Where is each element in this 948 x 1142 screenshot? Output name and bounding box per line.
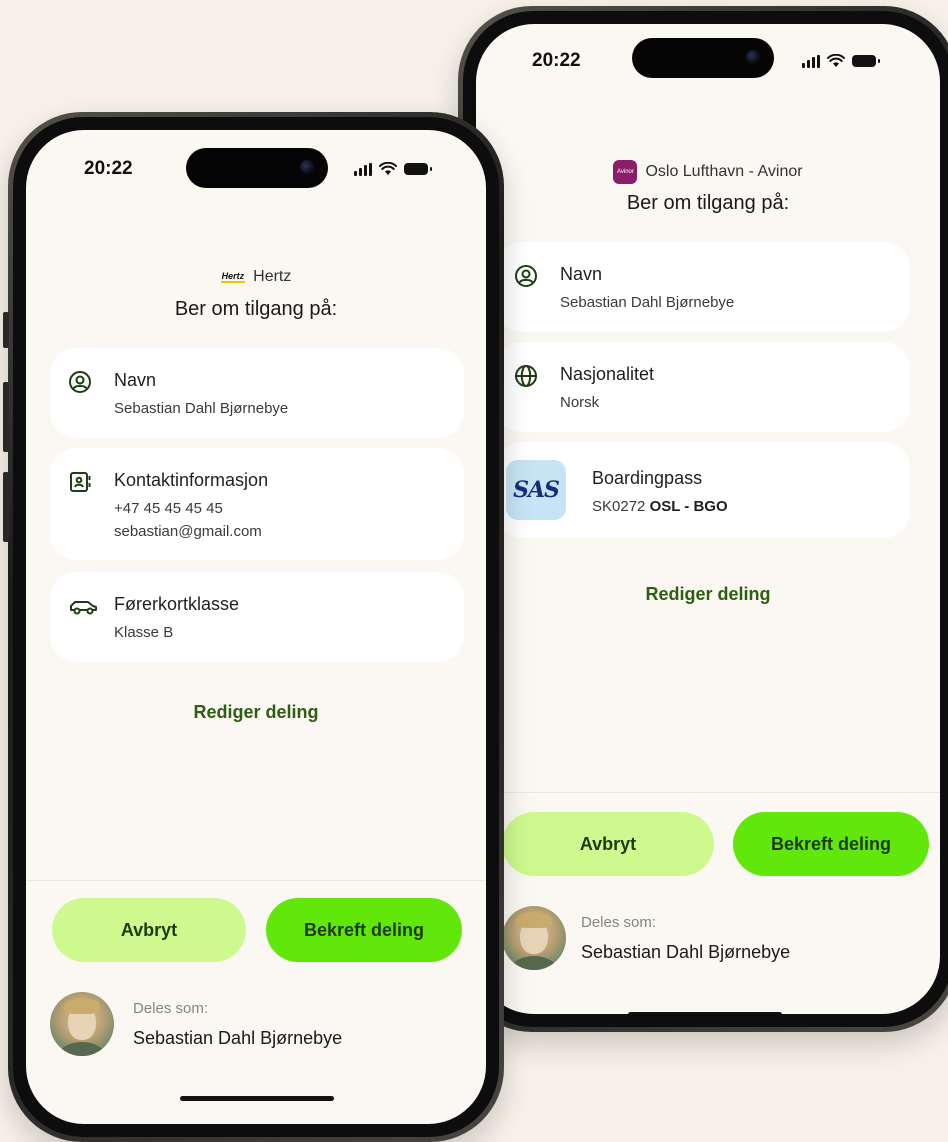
hertz-logo: Hertz bbox=[220, 271, 246, 283]
item-title: Navn bbox=[114, 370, 157, 390]
confirm-share-button[interactable]: Bekreft deling bbox=[733, 812, 929, 876]
battery-icon bbox=[404, 163, 432, 175]
share-item-name[interactable]: Navn Sebastian Dahl Bjørnebye bbox=[496, 242, 910, 332]
avatar bbox=[502, 906, 566, 970]
phone-hertz: 20:22 Hertz Hertz Ber om tilgang på: Nav… bbox=[3, 112, 504, 1142]
app-name: Hertz bbox=[253, 268, 292, 285]
dynamic-island bbox=[632, 38, 774, 78]
item-title: Førerkortklasse bbox=[114, 594, 240, 614]
share-item-boardingpass[interactable]: SAS Boardingpass SK0272 OSL - BGO bbox=[496, 442, 910, 538]
item-value: Sebastian Dahl Bjørnebye bbox=[560, 294, 735, 311]
edit-sharing-link[interactable]: Rediger deling bbox=[26, 702, 486, 723]
item-value: Klasse B bbox=[114, 624, 174, 641]
item-value: Sebastian Dahl Bjørnebye bbox=[114, 400, 289, 417]
home-indicator[interactable] bbox=[180, 1096, 334, 1101]
divider bbox=[476, 792, 940, 793]
shared-as-label: Deles som: bbox=[133, 1000, 209, 1017]
status-time: 20:22 bbox=[532, 50, 581, 71]
share-item-license[interactable]: Førerkortklasse Klasse B bbox=[50, 572, 464, 662]
status-icons bbox=[802, 54, 880, 68]
volume-down-button bbox=[3, 472, 9, 542]
edit-sharing-link[interactable]: Rediger deling bbox=[476, 584, 940, 605]
confirm-share-button[interactable]: Bekreft deling bbox=[266, 898, 462, 962]
cancel-button[interactable]: Avbryt bbox=[502, 812, 714, 876]
dynamic-island bbox=[186, 148, 328, 188]
hertz-screen: 20:22 Hertz Hertz Ber om tilgang på: Nav… bbox=[26, 130, 486, 1124]
item-title: Navn bbox=[560, 264, 603, 284]
divider bbox=[26, 880, 486, 881]
wifi-icon bbox=[827, 54, 845, 67]
contact-card-icon bbox=[70, 472, 91, 492]
status-icons bbox=[354, 162, 432, 176]
avatar bbox=[50, 992, 114, 1056]
signal-icon bbox=[354, 162, 372, 176]
home-indicator[interactable] bbox=[628, 1012, 782, 1014]
avinor-screen: 20:22 Avinor Oslo Lufthavn - Avinor Ber … bbox=[476, 24, 940, 1014]
request-heading: Ber om tilgang på: bbox=[626, 192, 790, 214]
status-time: 20:22 bbox=[84, 158, 133, 179]
car-icon bbox=[70, 601, 97, 615]
share-item-name[interactable]: Navn Sebastian Dahl Bjørnebye bbox=[50, 348, 464, 438]
item-value: SK0272 OSL - BGO bbox=[592, 498, 728, 515]
cancel-button[interactable]: Avbryt bbox=[52, 898, 246, 962]
globe-icon bbox=[515, 365, 537, 387]
wifi-icon bbox=[379, 162, 397, 175]
item-title: Boardingpass bbox=[592, 468, 703, 488]
shared-as-name: Sebastian Dahl Bjørnebye bbox=[133, 1028, 343, 1048]
phone-avinor: 20:22 Avinor Oslo Lufthavn - Avinor Ber … bbox=[458, 6, 948, 1032]
shared-as-name: Sebastian Dahl Bjørnebye bbox=[581, 942, 791, 962]
item-email: sebastian@gmail.com bbox=[114, 523, 262, 540]
requesting-app: Avinor Oslo Lufthavn - Avinor bbox=[476, 160, 940, 184]
battery-icon bbox=[852, 55, 880, 67]
sas-logo: SAS bbox=[506, 460, 566, 520]
user-circle-icon bbox=[69, 371, 91, 393]
action-button bbox=[3, 312, 9, 348]
flight-route: OSL - BGO bbox=[649, 498, 728, 515]
app-name: Oslo Lufthavn - Avinor bbox=[645, 163, 803, 180]
share-item-contact[interactable]: Kontaktinformasjon +47 45 45 45 45 sebas… bbox=[50, 448, 464, 560]
avinor-logo: Avinor bbox=[613, 160, 638, 184]
camera-icon bbox=[746, 50, 760, 64]
volume-up-button bbox=[3, 382, 9, 452]
item-title: Kontaktinformasjon bbox=[114, 470, 269, 490]
item-value: Norsk bbox=[560, 394, 600, 411]
flight-number: SK0272 bbox=[592, 498, 646, 515]
signal-icon bbox=[802, 54, 820, 68]
camera-icon bbox=[300, 160, 314, 174]
requesting-app: Hertz Hertz bbox=[26, 268, 486, 286]
item-title: Nasjonalitet bbox=[560, 364, 655, 384]
request-heading: Ber om tilgang på: bbox=[174, 298, 338, 320]
share-item-nationality[interactable]: Nasjonalitet Norsk bbox=[496, 342, 910, 432]
user-circle-icon bbox=[515, 265, 537, 287]
shared-as-label: Deles som: bbox=[581, 914, 657, 931]
item-phone: +47 45 45 45 45 bbox=[114, 500, 223, 517]
